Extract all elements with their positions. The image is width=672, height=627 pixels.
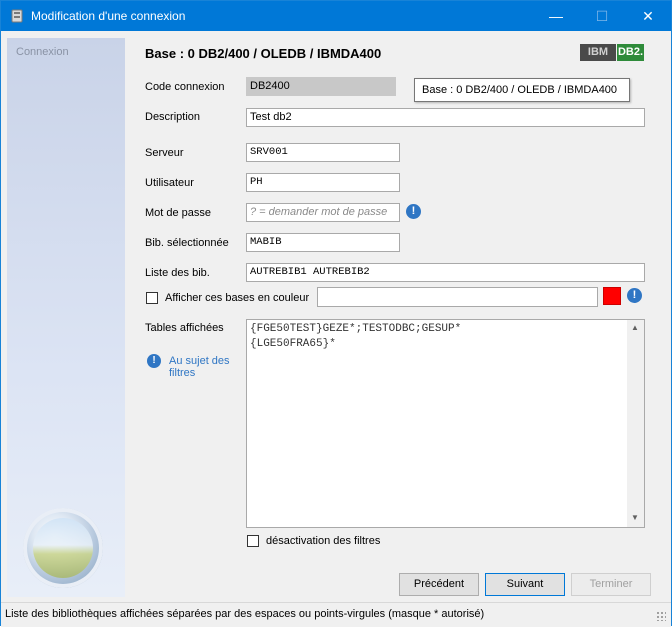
couleur-input[interactable] bbox=[317, 287, 598, 307]
globe-logo bbox=[23, 508, 103, 588]
utilisateur-label: Utilisateur bbox=[145, 177, 194, 189]
main-panel: Base : 0 DB2/400 / OLEDB / IBMDA400 IBM … bbox=[125, 38, 661, 597]
bib-selectionnee-input[interactable]: MABIB bbox=[246, 233, 400, 252]
password-info-icon[interactable]: ! bbox=[406, 204, 421, 219]
tables-line-1: {FGE50TEST}GEZE*;TESTODBC;GESUP* bbox=[250, 323, 462, 335]
terminer-button[interactable]: Terminer bbox=[571, 573, 651, 596]
database-icon bbox=[11, 9, 23, 23]
password-input[interactable]: ? = demander mot de passe bbox=[246, 203, 400, 222]
precedent-button[interactable]: Précédent bbox=[399, 573, 479, 596]
close-button[interactable]: ✕ bbox=[625, 1, 671, 31]
tables-label: Tables affichées bbox=[145, 322, 224, 334]
couleur-checkbox[interactable] bbox=[146, 292, 158, 304]
tables-line-2: {LGE50FRA65}* bbox=[250, 338, 336, 350]
utilisateur-input[interactable]: PH bbox=[246, 173, 400, 192]
serveur-label: Serveur bbox=[145, 147, 184, 159]
connection-dialog: Modification d'une connexion — ☐ ✕ Conne… bbox=[0, 0, 672, 627]
db2-logo: DB2. bbox=[617, 44, 644, 61]
scroll-down-icon[interactable]: ▼ bbox=[631, 513, 639, 522]
bib-selectionnee-label: Bib. sélectionnée bbox=[145, 237, 229, 249]
code-connexion-label: Code connexion bbox=[145, 81, 225, 93]
tooltip: Base : 0 DB2/400 / OLEDB / IBMDA400 bbox=[414, 78, 630, 102]
tables-scrollbar[interactable]: ▲ ▼ bbox=[627, 320, 644, 527]
ibm-db2-logo: IBM DB2. bbox=[580, 44, 644, 61]
resize-grip-icon[interactable] bbox=[656, 611, 666, 621]
title-bar: Modification d'une connexion — ☐ ✕ bbox=[1, 1, 671, 31]
code-connexion-field: DB2400 bbox=[246, 77, 396, 96]
ibm-logo: IBM bbox=[580, 44, 616, 61]
couleur-info-icon[interactable]: ! bbox=[627, 288, 642, 303]
page-title: Base : 0 DB2/400 / OLEDB / IBMDA400 bbox=[145, 46, 382, 61]
sidebar-item-connexion: Connexion bbox=[16, 46, 69, 58]
minimize-icon: — bbox=[549, 8, 563, 24]
tables-textarea[interactable]: {FGE50TEST}GEZE*;TESTODBC;GESUP* {LGE50F… bbox=[246, 319, 645, 528]
couleur-label: Afficher ces bases en couleur bbox=[165, 292, 310, 304]
desactivation-label: désactivation des filtres bbox=[266, 535, 381, 547]
suivant-button[interactable]: Suivant bbox=[485, 573, 565, 596]
serveur-input[interactable]: SRV001 bbox=[246, 143, 400, 162]
description-label: Description bbox=[145, 111, 201, 123]
status-text: Liste des bibliothèques affichées séparé… bbox=[5, 608, 485, 620]
maximize-icon: ☐ bbox=[595, 7, 609, 24]
liste-bib-input[interactable]: AUTREBIB1 AUTREBIB2 bbox=[246, 263, 645, 282]
desactivation-checkbox[interactable] bbox=[247, 535, 259, 547]
scroll-up-icon[interactable]: ▲ bbox=[631, 323, 639, 332]
password-label: Mot de passe bbox=[145, 207, 212, 219]
minimize-button[interactable]: — bbox=[533, 1, 579, 31]
color-swatch[interactable] bbox=[603, 287, 621, 305]
sidebar: Connexion bbox=[7, 38, 125, 597]
maximize-button[interactable]: ☐ bbox=[579, 1, 625, 31]
close-icon: ✕ bbox=[642, 7, 654, 24]
filters-info-icon: ! bbox=[147, 354, 161, 368]
description-input[interactable]: Test db2 bbox=[246, 108, 645, 127]
about-filters-link[interactable]: Au sujet des filtres bbox=[169, 355, 239, 379]
status-bar: Liste des bibliothèques affichées séparé… bbox=[1, 602, 671, 627]
window-title: Modification d'une connexion bbox=[31, 9, 186, 23]
liste-bib-label: Liste des bib. bbox=[145, 267, 210, 279]
